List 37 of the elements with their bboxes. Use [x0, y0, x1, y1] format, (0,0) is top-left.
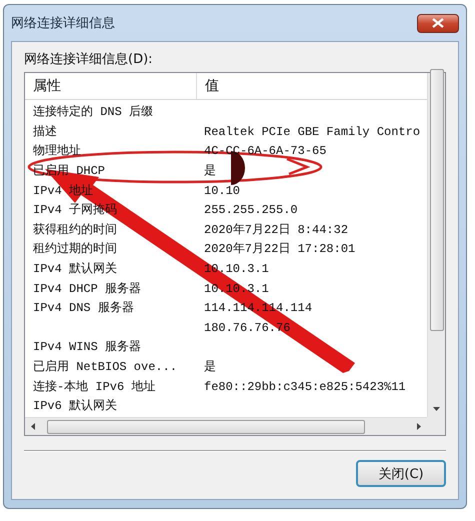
property-cell-text: IPv4 地址: [32, 182, 94, 200]
window-title: 网络连接详细信息: [11, 15, 115, 32]
property-cell-text: IPv4 默认网关: [32, 261, 118, 278]
list-label: 网络连接详细信息(D):: [24, 51, 154, 68]
property-cell-text: IPv4 子网掩码: [32, 202, 118, 220]
property-cell-text: IPv4 WINS 服务器: [32, 339, 142, 356]
scroll-left-icon[interactable]: [31, 423, 35, 430]
close-icon: [432, 18, 444, 28]
annotation-mark: [286, 158, 310, 176]
property-cell-text: 租约过期的时间: [32, 241, 118, 258]
scroll-thumb[interactable]: [47, 420, 365, 434]
close-dialog-button[interactable]: 关闭(C): [356, 460, 446, 487]
property-cell-text: 物理地址: [32, 143, 82, 160]
close-button[interactable]: [417, 14, 459, 32]
horizontal-scrollbar[interactable]: [25, 417, 427, 435]
value-cell-text: 10.10: [203, 182, 240, 200]
value-cell-text: 4C-CC-6A-6A-73-65: [203, 143, 326, 160]
property-cell-text: 描述: [32, 124, 58, 141]
scroll-right-icon[interactable]: [417, 423, 421, 430]
column-header[interactable]: 属性: [25, 73, 197, 99]
scroll-thumb[interactable]: [430, 69, 444, 331]
property-cell-text: IPv6 默认网关: [32, 398, 118, 416]
property-cell-text: 连接-本地 IPv6 地址: [32, 378, 156, 396]
value-cell-text: Realtek PCIe GBE Family Contro: [203, 124, 420, 141]
property-cell-text: 已启用 NetBIOS ove...: [32, 359, 178, 376]
value-cell-text: fe80::29bb:c345:e825:5423%11: [203, 378, 406, 396]
value-cell-text: 是: [203, 163, 216, 180]
value-cell-text: 2020年7月22日 8:44:32: [203, 222, 348, 239]
property-cell-text: IPv4 DNS 服务器: [32, 300, 135, 318]
value-cell-text: 是: [203, 359, 216, 376]
property-cell-text: 连接特定的 DNS 后缀: [32, 104, 154, 122]
column-header[interactable]: 值: [197, 73, 227, 99]
value-cell-text: 2020年7月22日 17:28:01: [203, 241, 356, 258]
property-cell-text: 获得租约的时间: [32, 222, 118, 239]
value-cell-text: 255.255.255.0: [203, 202, 298, 220]
scroll-down-icon[interactable]: [433, 407, 440, 411]
property-cell-text: IPv4 DHCP 服务器: [32, 280, 142, 298]
